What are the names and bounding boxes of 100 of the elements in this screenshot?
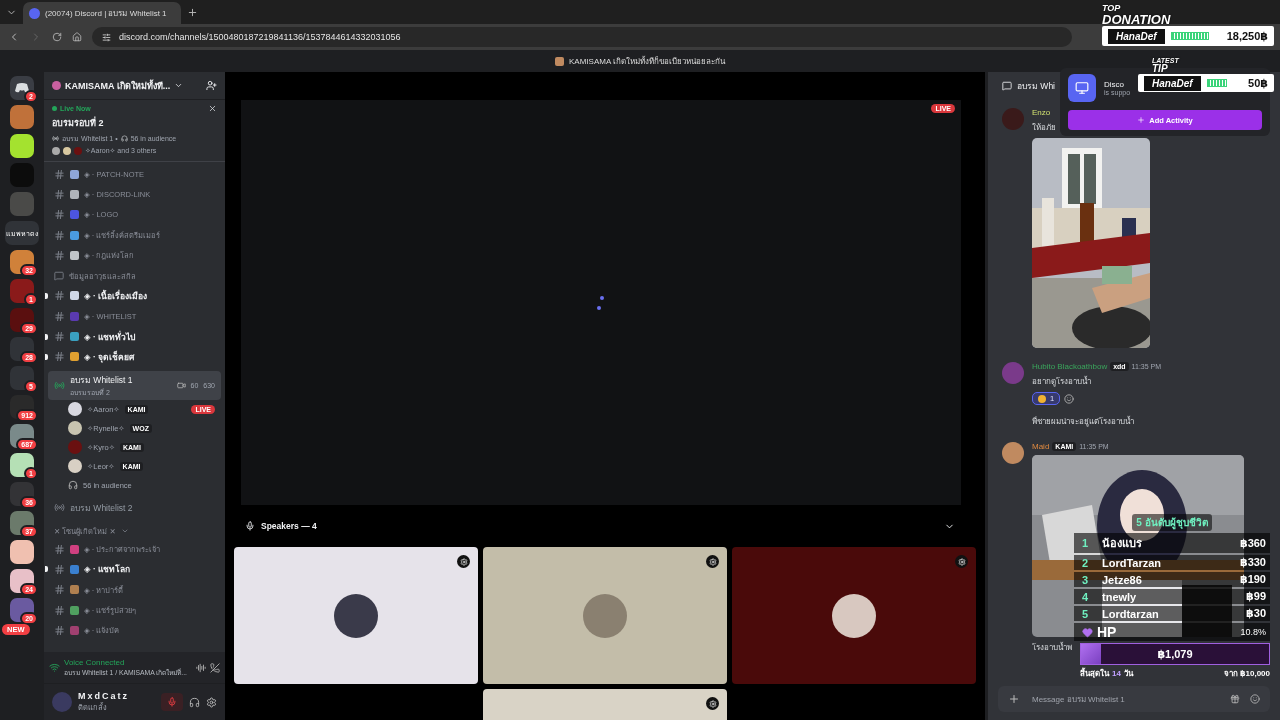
options-button[interactable] (706, 555, 719, 568)
avatar (1002, 362, 1024, 384)
speaker-tile[interactable] (732, 547, 976, 684)
options-button[interactable] (457, 555, 470, 568)
close-icon[interactable] (208, 104, 217, 113)
donor-name: HanaDef (1108, 28, 1165, 44)
options-button[interactable] (706, 697, 719, 710)
options-button[interactable] (955, 555, 968, 568)
mute-button[interactable] (161, 693, 183, 711)
channel-name: อบรม Whitelist 2 (70, 501, 133, 515)
gift-icon[interactable] (1230, 694, 1240, 704)
settings-icon[interactable] (206, 696, 217, 708)
chevron-icon[interactable] (174, 81, 184, 90)
home-icon[interactable] (72, 32, 82, 42)
voice-channel[interactable]: อบรม Whitelist 2 (48, 498, 221, 517)
reload-icon[interactable] (52, 32, 62, 42)
avatar (52, 692, 72, 712)
author-name[interactable]: Enzo (1032, 108, 1051, 117)
new-tab-icon[interactable] (187, 6, 198, 18)
browser-tab[interactable]: (20074) Discord | อบรม Whitelist 1 (23, 2, 181, 24)
server-icon[interactable] (10, 134, 34, 158)
avatar (583, 593, 627, 638)
ends-label: สิ้นสุดใน (1080, 667, 1109, 680)
hash-icon (54, 229, 65, 241)
rank-number: 2 (1082, 556, 1090, 569)
avatar (68, 459, 82, 474)
donation-amount: 18,250฿ (1226, 29, 1268, 43)
avatar (68, 421, 82, 436)
avatar (68, 402, 82, 417)
server-icon[interactable] (10, 540, 34, 564)
donor-name: Jetze86 (1102, 573, 1143, 586)
donation-amount: ฿330 (1240, 556, 1266, 569)
invite-icon[interactable] (206, 80, 217, 91)
rank-number: 5 (1082, 607, 1090, 620)
server-icon[interactable] (10, 105, 34, 129)
author-name[interactable]: Hubito Blackoathbow (1032, 362, 1108, 371)
discord-favicon-icon (29, 7, 40, 19)
hash-icon (54, 209, 65, 221)
gear-icon (708, 557, 717, 566)
hash-icon (54, 168, 65, 180)
speaker-tile[interactable] (483, 547, 727, 684)
username: MxdCatz (78, 691, 129, 701)
headphones-icon (68, 480, 78, 491)
meter-icon (1206, 79, 1227, 87)
add-reaction-icon[interactable] (1064, 393, 1075, 404)
heart-icon (1082, 626, 1093, 638)
site-info-icon[interactable] (102, 32, 111, 42)
donation-amount: ฿190 (1240, 573, 1266, 586)
text-channel[interactable]: ◈ · แชททั่วไป (48, 326, 221, 347)
attach-icon[interactable] (1008, 693, 1020, 705)
hp-label: HP (1097, 624, 1117, 640)
hash-icon (54, 543, 65, 555)
server-icon (555, 56, 564, 66)
emoji-icon (1038, 394, 1046, 403)
microphone-icon (245, 521, 255, 531)
disconnect-icon[interactable] (210, 662, 220, 673)
text-channel[interactable]: ◈ · เนื้อเรื่องเมือง (48, 285, 221, 307)
donor-name: LordTarzan (1102, 556, 1163, 569)
message-field[interactable]: Message อบรม Whitelist 1 (1030, 693, 1220, 705)
hash-icon (54, 249, 65, 261)
microphone-icon (167, 697, 177, 707)
speaker-tile[interactable] (234, 547, 478, 684)
address-bar[interactable]: discord.com/channels/1500480187219841136/1537844614332031056 (92, 27, 1072, 47)
noise-suppression-icon[interactable] (196, 662, 206, 673)
message-text: พี่ชายผมน่าจะอยู่แต่โรงอาบน้ำ (1032, 415, 1135, 428)
donation-amount: ฿360 (1240, 536, 1266, 550)
gear-icon (708, 699, 717, 708)
stage-icon (54, 502, 65, 514)
emoji-icon[interactable] (1250, 694, 1260, 704)
message-text: โรงอาบน้ำพ (1032, 641, 1073, 654)
activity-title: Disco (1104, 80, 1125, 89)
donor-name: น้องแบร (1102, 536, 1143, 551)
headphones-icon (120, 135, 128, 142)
widget-heading: TOP (1102, 4, 1122, 13)
stage-icon (54, 379, 65, 391)
hp-total: ฿1,079 (1157, 647, 1193, 661)
hash-icon (54, 331, 65, 342)
discord-logo-icon (15, 83, 29, 93)
hash-icon (54, 624, 65, 636)
headphones-icon[interactable] (189, 696, 200, 708)
window-title: KAMISAMA เกิดใหม่ทั้งทีก็ขอเบียวหน่อยละกัน (569, 55, 725, 68)
donation-amount: 50฿ (1248, 76, 1268, 90)
text-channel[interactable]: ◈ · จุดเช็คยศ (48, 346, 221, 367)
avatar (1002, 442, 1024, 464)
speakers-heading: Speakers — 4 (261, 521, 317, 531)
meter-icon (1170, 32, 1209, 40)
hash-icon (54, 351, 65, 363)
donor-name: HanaDef (1144, 75, 1201, 91)
days-unit: วัน (1123, 668, 1133, 680)
hash-icon (54, 310, 65, 322)
author-name[interactable]: Maid (1032, 442, 1050, 451)
donor-name: Lordtarzan (1102, 607, 1160, 620)
event-title: อบรมรอบที่ 2 (52, 116, 105, 130)
message-bar[interactable]: Message อบรม Whitelist 1 (998, 686, 1270, 712)
days-count: 14 (1112, 669, 1121, 678)
hash-icon (54, 563, 65, 575)
text-channel[interactable]: ◈ · แชทโลก (48, 559, 221, 580)
chat-title: อบรม Whi (1017, 80, 1055, 93)
server-name[interactable]: KAMISAMA เกิดใหม่ทั้งที... (65, 78, 171, 93)
monitor-icon (1075, 81, 1089, 95)
